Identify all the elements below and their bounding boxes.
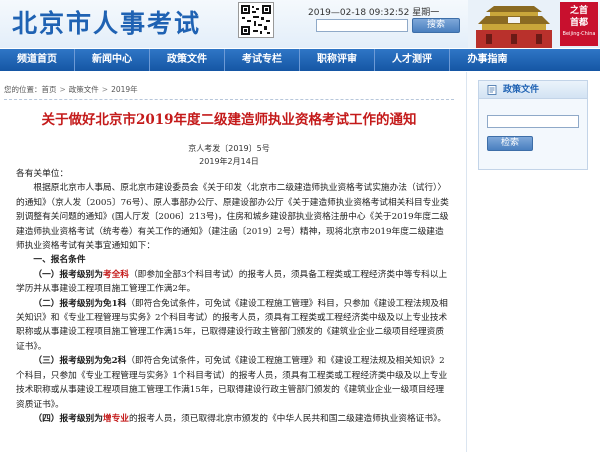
nav-item-guide[interactable]: 办事指南 <box>450 49 525 71</box>
condition-1-level: 考全科 <box>102 269 129 280</box>
site-header: 北京市人事考试 2019—02-18 09:32:52 星期一 搜索 之首 首都 <box>0 0 600 48</box>
breadcrumb-separator: > <box>59 85 66 94</box>
site-search-input[interactable] <box>316 19 408 32</box>
current-datetime: 2019—02-18 09:32:52 星期一 <box>308 8 440 18</box>
breadcrumb-item-policy[interactable]: 政策文件 <box>69 85 99 94</box>
logo-line-1: 之首 <box>569 6 588 16</box>
document-icon <box>487 85 497 95</box>
nav-item-exams[interactable]: 考试专栏 <box>225 49 300 71</box>
tiananmen-gate-icon <box>468 0 560 48</box>
condition-4-label: （四）报考级别为 <box>33 413 103 424</box>
nav-item-home[interactable]: 频道首页 <box>0 49 75 71</box>
salutation: 各有关单位： <box>16 169 69 179</box>
main-nav: 频道首页 新闻中心 政策文件 考试专栏 职称评审 人才测评 办事指南 <box>0 49 600 71</box>
nav-item-news[interactable]: 新闻中心 <box>75 49 150 71</box>
policy-sidebar: 政策文件 检索 <box>478 80 588 170</box>
breadcrumb-divider <box>4 99 454 100</box>
qr-code-icon <box>238 2 274 38</box>
condition-4: （四）报考级别为增专业的报考人员，须已取得北京市颁发的《中华人民共和国二级建造师… <box>16 412 452 426</box>
beijing-logo: 之首 首都 Beijing·China <box>560 2 598 46</box>
sidebar-header: 政策文件 <box>479 81 587 99</box>
nav-item-titles[interactable]: 职称评审 <box>300 49 375 71</box>
article-body: 各有关单位： 根据原北京市人事局、原北京市建设委员会《关于印发〈北京市二级建造师… <box>16 167 452 426</box>
condition-3: （三）报考级别为免2科（即符合免试条件，可免试《建设工程施工管理》和《建设工程法… <box>16 354 452 412</box>
breadcrumb: 您的位置：首页 > 政策文件 >2019年 <box>4 84 454 96</box>
condition-2-label: （二）报考级别为免1科 <box>33 298 127 309</box>
breadcrumb-item-home[interactable]: 首页 <box>42 85 57 94</box>
document-number: 京人考发〔2019〕5号 <box>188 144 270 153</box>
condition-2: （二）报考级别为免1科（即符合免试条件，可免试《建设工程施工管理》科目，只参加《… <box>16 297 452 355</box>
condition-4-level: 增专业 <box>102 413 129 424</box>
breadcrumb-prefix: 您的位置： <box>4 85 42 94</box>
condition-1: （一）报考级别为考全科（即参加全部3个科目考试）的报考人员，须具备工程类或工程经… <box>16 268 452 297</box>
document-date: 2019年2月14日 <box>199 157 259 166</box>
breadcrumb-item-year[interactable]: 2019年 <box>111 85 138 94</box>
site-title[interactable]: 北京市人事考试 <box>12 4 201 40</box>
column-divider <box>466 72 467 452</box>
logo-english: Beijing·China <box>562 31 596 37</box>
policy-search-input[interactable] <box>487 115 579 128</box>
site-search-button[interactable]: 搜索 <box>412 18 460 33</box>
sidebar-title: 政策文件 <box>503 85 540 95</box>
condition-1-label: （一）报考级别为 <box>33 269 103 280</box>
intro-paragraph: 根据原北京市人事局、原北京市建设委员会《关于印发〈北京市二级建造师执业资格考试实… <box>16 183 449 252</box>
condition-3-label: （三）报考级别为免2科 <box>33 356 127 367</box>
article-title: 关于做好北京市2019年度二级建造师执业资格考试工作的通知 <box>41 112 417 128</box>
condition-4-text: 的报考人员，须已取得北京市颁发的《中华人民共和国二级建造师执业资格证书》。 <box>128 413 447 424</box>
section-heading: 一、报名条件 <box>33 255 86 266</box>
breadcrumb-separator: > <box>101 85 109 94</box>
nav-item-assessment[interactable]: 人才测评 <box>375 49 450 71</box>
logo-line-2: 首都 <box>569 18 588 28</box>
nav-item-policy[interactable]: 政策文件 <box>150 49 225 71</box>
policy-search-button[interactable]: 检索 <box>487 136 533 151</box>
